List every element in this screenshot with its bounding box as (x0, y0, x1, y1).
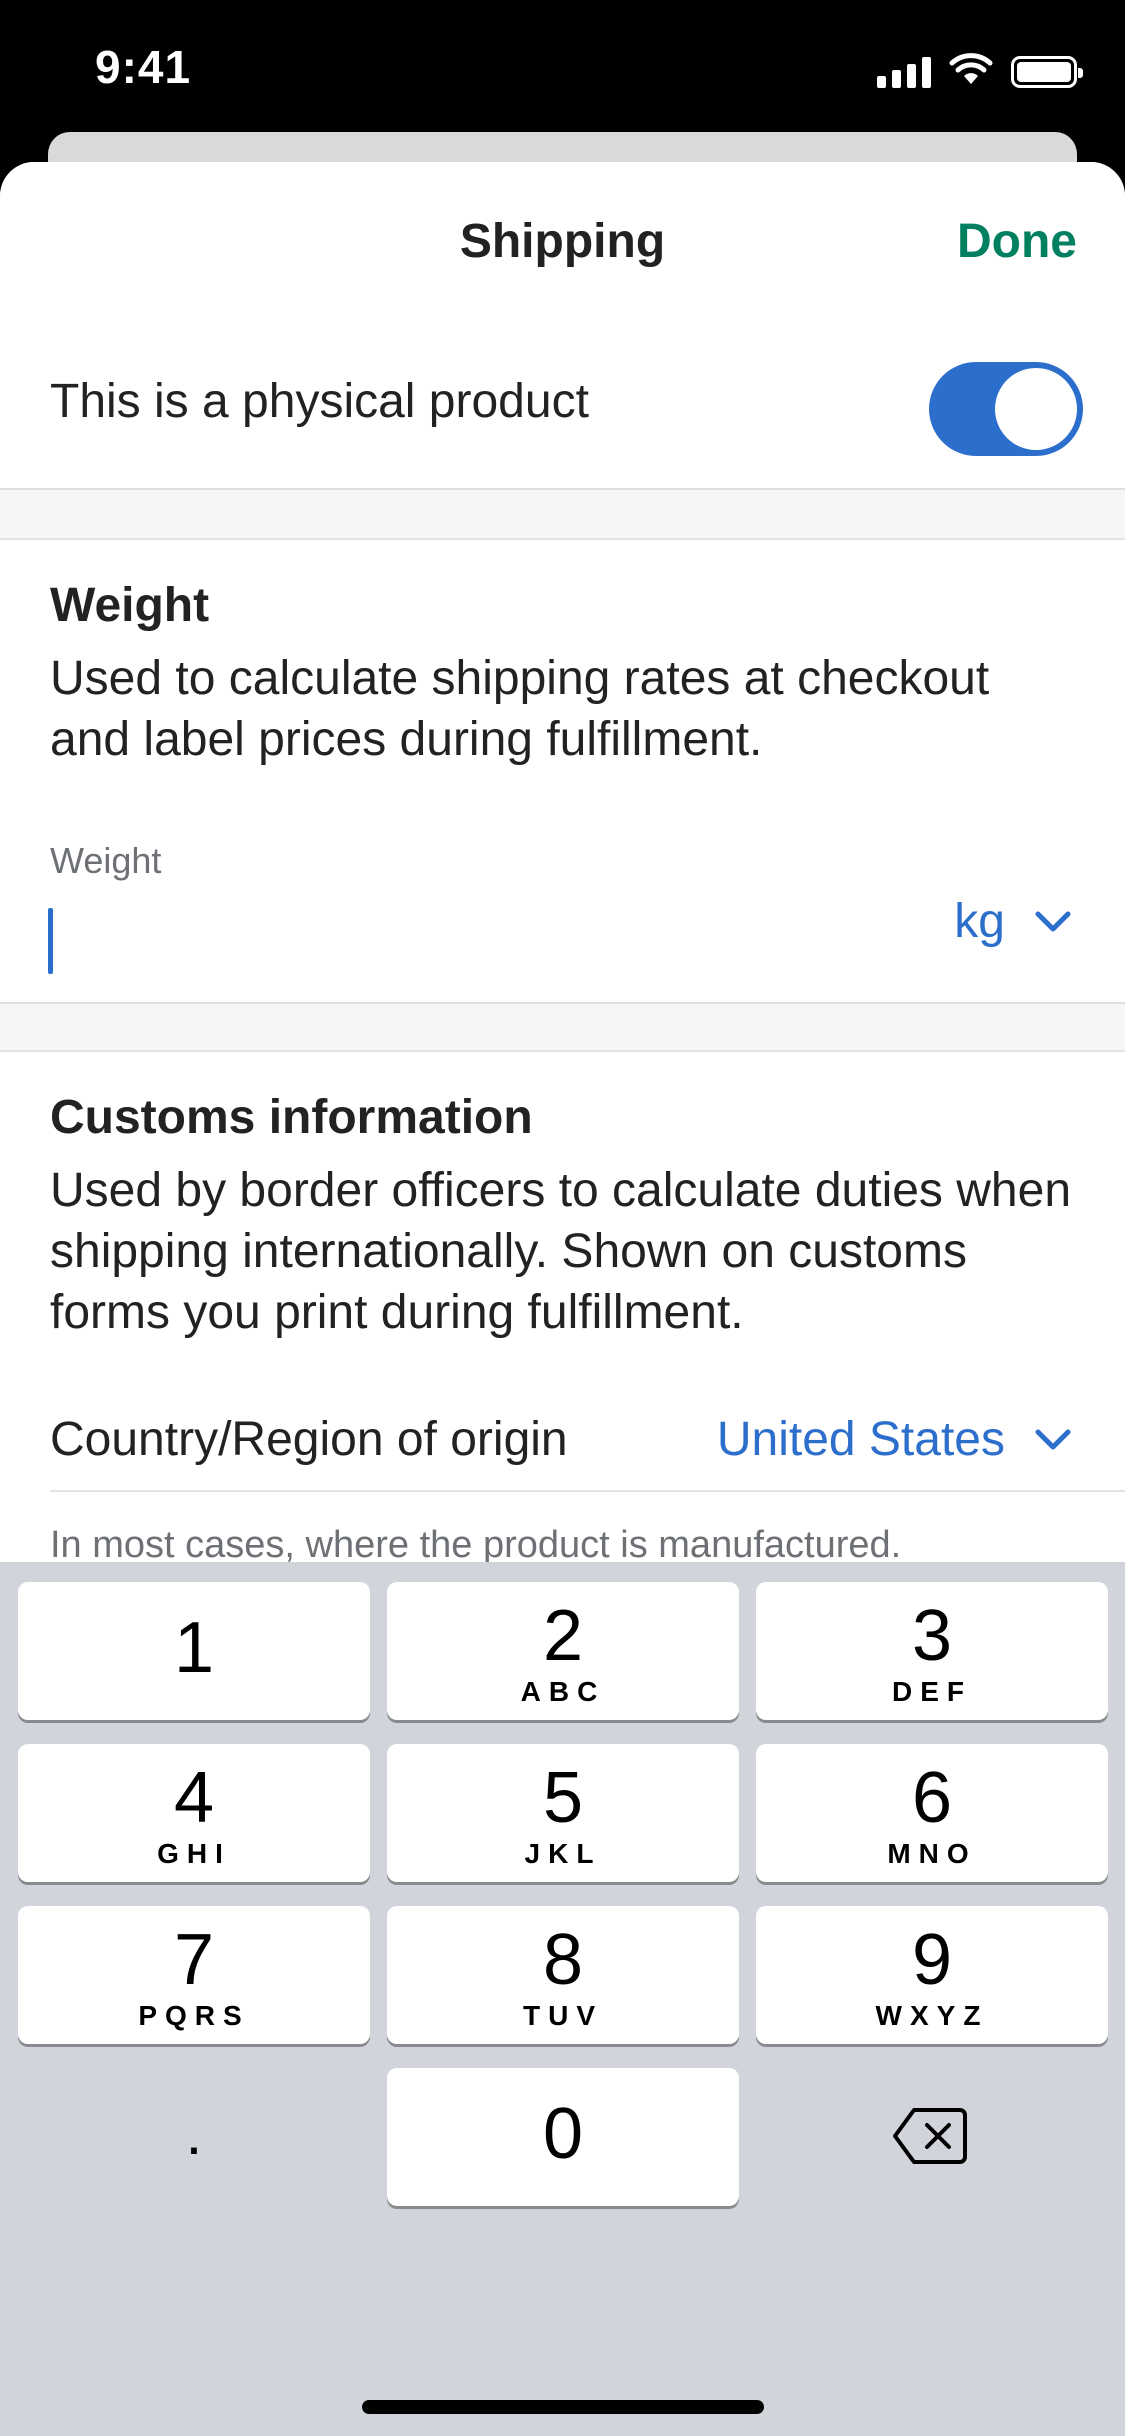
key-number: 7 (173, 1920, 215, 2000)
key-number: 3 (911, 1596, 953, 1676)
key-7[interactable]: 7 PQRS (18, 1906, 370, 2044)
key-letters: PQRS (138, 2000, 250, 2031)
key-letters: ABC (520, 1676, 606, 1707)
key-letters: JKL (524, 1838, 602, 1869)
customs-card: Customs information Used by border offic… (0, 1050, 1125, 1562)
key-number: 6 (911, 1758, 953, 1838)
country-origin-select[interactable]: United States (717, 1412, 1071, 1467)
home-indicator[interactable] (362, 2400, 764, 2414)
customs-description: Used by border officers to calculate dut… (50, 1164, 1072, 1339)
weight-input[interactable] (48, 908, 53, 974)
key-letters: TUV (523, 2000, 603, 2031)
key-number: 1 (173, 1608, 215, 1688)
delete-key[interactable] (756, 2068, 1108, 2206)
key-number: 8 (542, 1920, 584, 2000)
status-bar: 9:41 (0, 0, 1125, 140)
weight-title: Weight (50, 579, 210, 632)
key-number: 5 (542, 1758, 584, 1838)
key-number: . (185, 2100, 203, 2167)
physical-product-toggle[interactable] (929, 362, 1083, 456)
key-number: 9 (911, 1920, 953, 2000)
key-letters: DEF (892, 1676, 972, 1707)
done-button[interactable]: Done (957, 214, 1077, 269)
shipping-sheet: Shipping Done This is a physical product… (0, 162, 1125, 1562)
key-5[interactable]: 5 JKL (387, 1744, 739, 1882)
key-number: 2 (542, 1596, 584, 1676)
weight-description: Used to calculate shipping rates at chec… (50, 652, 990, 766)
signal-icon (877, 56, 931, 88)
key-0[interactable]: 0 (387, 2068, 739, 2206)
status-time: 9:41 (95, 41, 192, 93)
weight-unit-value: kg (954, 895, 1005, 948)
key-letters: MNO (887, 1838, 977, 1869)
key-letters: WXYZ (875, 2000, 989, 2031)
key-number: 4 (173, 1758, 215, 1838)
country-origin-row[interactable]: Country/Region of origin United States (50, 1392, 1125, 1492)
key-4[interactable]: 4 GHI (18, 1744, 370, 1882)
country-helper-text: In most cases, where the product is manu… (50, 1524, 902, 1562)
weight-field-label: Weight (50, 840, 162, 881)
key-9[interactable]: 9 WXYZ (756, 1906, 1108, 2044)
sheet-header: Shipping Done (0, 162, 1125, 312)
key-1[interactable]: 1 (18, 1582, 370, 1720)
chevron-down-icon (1035, 1429, 1071, 1451)
battery-icon (1011, 56, 1083, 88)
customs-title: Customs information (50, 1091, 533, 1144)
chevron-down-icon (1035, 911, 1071, 933)
weight-unit-select[interactable]: kg (954, 894, 1071, 949)
country-origin-value: United States (716, 1413, 1005, 1466)
numeric-keypad: 1 2 ABC 3 DEF 4 GHI 5 JKL 6 MNO 7 PQRS 8… (0, 1562, 1125, 2436)
key-3[interactable]: 3 DEF (756, 1582, 1108, 1720)
status-icons (877, 52, 1083, 92)
key-number: 0 (542, 2094, 584, 2174)
country-origin-label: Country/Region of origin (50, 1413, 568, 1466)
delete-backspace-icon (892, 2106, 968, 2171)
physical-product-label: This is a physical product (50, 375, 589, 428)
key-6[interactable]: 6 MNO (756, 1744, 1108, 1882)
key-letters: GHI (157, 1838, 231, 1869)
toggle-knob (995, 368, 1077, 450)
physical-product-row: This is a physical product (0, 312, 1125, 490)
key-2[interactable]: 2 ABC (387, 1582, 739, 1720)
key-decimal[interactable]: . (18, 2068, 370, 2206)
weight-card: Weight Used to calculate shipping rates … (0, 538, 1125, 1004)
wifi-icon (949, 52, 993, 92)
key-8[interactable]: 8 TUV (387, 1906, 739, 2044)
